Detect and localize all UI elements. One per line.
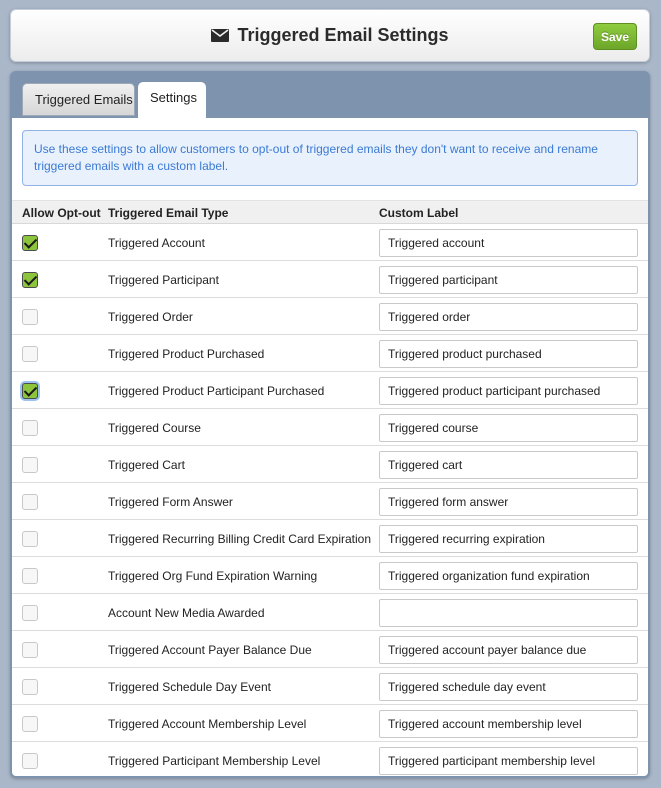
opt-out-checkbox[interactable] <box>22 420 38 436</box>
opt-out-checkbox[interactable] <box>22 309 38 325</box>
opt-out-checkbox[interactable] <box>22 235 38 251</box>
table-row: Triggered Order <box>12 298 648 335</box>
column-header-opt-out: Allow Opt-out <box>22 206 101 220</box>
table-row: Triggered Form Answer <box>12 483 648 520</box>
table-row: Triggered Product Purchased <box>12 335 648 372</box>
email-type-label: Triggered Cart <box>108 458 185 472</box>
table-row: Triggered Cart <box>12 446 648 483</box>
opt-out-checkbox[interactable] <box>22 679 38 695</box>
table-row: Triggered Account Payer Balance Due <box>12 631 648 668</box>
custom-label-input[interactable] <box>379 747 638 775</box>
table-row: Triggered Org Fund Expiration Warning <box>12 557 648 594</box>
tab-triggered-emails[interactable]: Triggered Emails <box>22 83 135 116</box>
column-header-label: Custom Label <box>379 206 459 220</box>
tab-settings[interactable]: Settings <box>138 82 206 119</box>
email-type-label: Triggered Course <box>108 421 201 435</box>
custom-label-input[interactable] <box>379 562 638 590</box>
page-header: Triggered Email Settings Save <box>10 9 650 62</box>
email-type-label: Triggered Org Fund Expiration Warning <box>108 569 318 583</box>
opt-out-checkbox[interactable] <box>22 272 38 288</box>
opt-out-checkbox[interactable] <box>22 531 38 547</box>
save-button[interactable]: Save <box>593 23 637 50</box>
table-row: Triggered Product Participant Purchased <box>12 372 648 409</box>
email-type-label: Triggered Account Payer Balance Due <box>108 643 312 657</box>
email-type-label: Triggered Form Answer <box>108 495 233 509</box>
custom-label-input[interactable] <box>379 377 638 405</box>
settings-content: Use these settings to allow customers to… <box>12 118 648 776</box>
custom-label-input[interactable] <box>379 303 638 331</box>
email-type-label: Triggered Participant <box>108 273 219 287</box>
custom-label-input[interactable] <box>379 488 638 516</box>
envelope-icon <box>211 26 230 42</box>
page-title: Triggered Email Settings <box>11 25 649 46</box>
custom-label-input[interactable] <box>379 266 638 294</box>
opt-out-checkbox[interactable] <box>22 642 38 658</box>
email-type-label: Triggered Product Participant Purchased <box>108 384 325 398</box>
email-type-label: Triggered Order <box>108 310 193 324</box>
table-header: Allow Opt-out Triggered Email Type Custo… <box>12 200 648 224</box>
email-type-label: Triggered Account Membership Level <box>108 717 307 731</box>
table-row: Account New Media Awarded <box>12 594 648 631</box>
opt-out-checkbox[interactable] <box>22 346 38 362</box>
email-type-label: Account New Media Awarded <box>108 606 265 620</box>
table-row: Triggered Schedule Day Event <box>12 668 648 705</box>
email-type-label: Triggered Account <box>108 236 205 250</box>
opt-out-checkbox[interactable] <box>22 568 38 584</box>
custom-label-input[interactable] <box>379 673 638 701</box>
table-row: Triggered Account <box>12 224 648 261</box>
settings-table-body: Triggered Account Triggered Participant Tr… <box>12 224 648 778</box>
custom-label-input[interactable] <box>379 599 638 627</box>
opt-out-checkbox[interactable] <box>22 716 38 732</box>
email-type-label: Triggered Product Purchased <box>108 347 265 361</box>
opt-out-checkbox[interactable] <box>22 605 38 621</box>
opt-out-checkbox[interactable] <box>22 457 38 473</box>
custom-label-input[interactable] <box>379 710 638 738</box>
custom-label-input[interactable] <box>379 636 638 664</box>
opt-out-checkbox[interactable] <box>22 383 38 399</box>
custom-label-input[interactable] <box>379 229 638 257</box>
email-type-label: Triggered Participant Membership Level <box>108 754 321 768</box>
custom-label-input[interactable] <box>379 451 638 479</box>
column-header-type: Triggered Email Type <box>108 206 229 220</box>
opt-out-checkbox[interactable] <box>22 753 38 769</box>
custom-label-input[interactable] <box>379 525 638 553</box>
page-title-text: Triggered Email Settings <box>237 25 449 45</box>
table-row: Triggered Participant Membership Level <box>12 742 648 778</box>
settings-panel: Triggered Emails Settings Use these sett… <box>10 71 650 778</box>
info-message: Use these settings to allow customers to… <box>22 130 638 186</box>
email-type-label: Triggered Recurring Billing Credit Card … <box>108 532 371 546</box>
table-row: Triggered Account Membership Level <box>12 705 648 742</box>
table-row: Triggered Course <box>12 409 648 446</box>
email-type-label: Triggered Schedule Day Event <box>108 680 271 694</box>
custom-label-input[interactable] <box>379 340 638 368</box>
table-row: Triggered Participant <box>12 261 648 298</box>
opt-out-checkbox[interactable] <box>22 494 38 510</box>
custom-label-input[interactable] <box>379 414 638 442</box>
table-row: Triggered Recurring Billing Credit Card … <box>12 520 648 557</box>
